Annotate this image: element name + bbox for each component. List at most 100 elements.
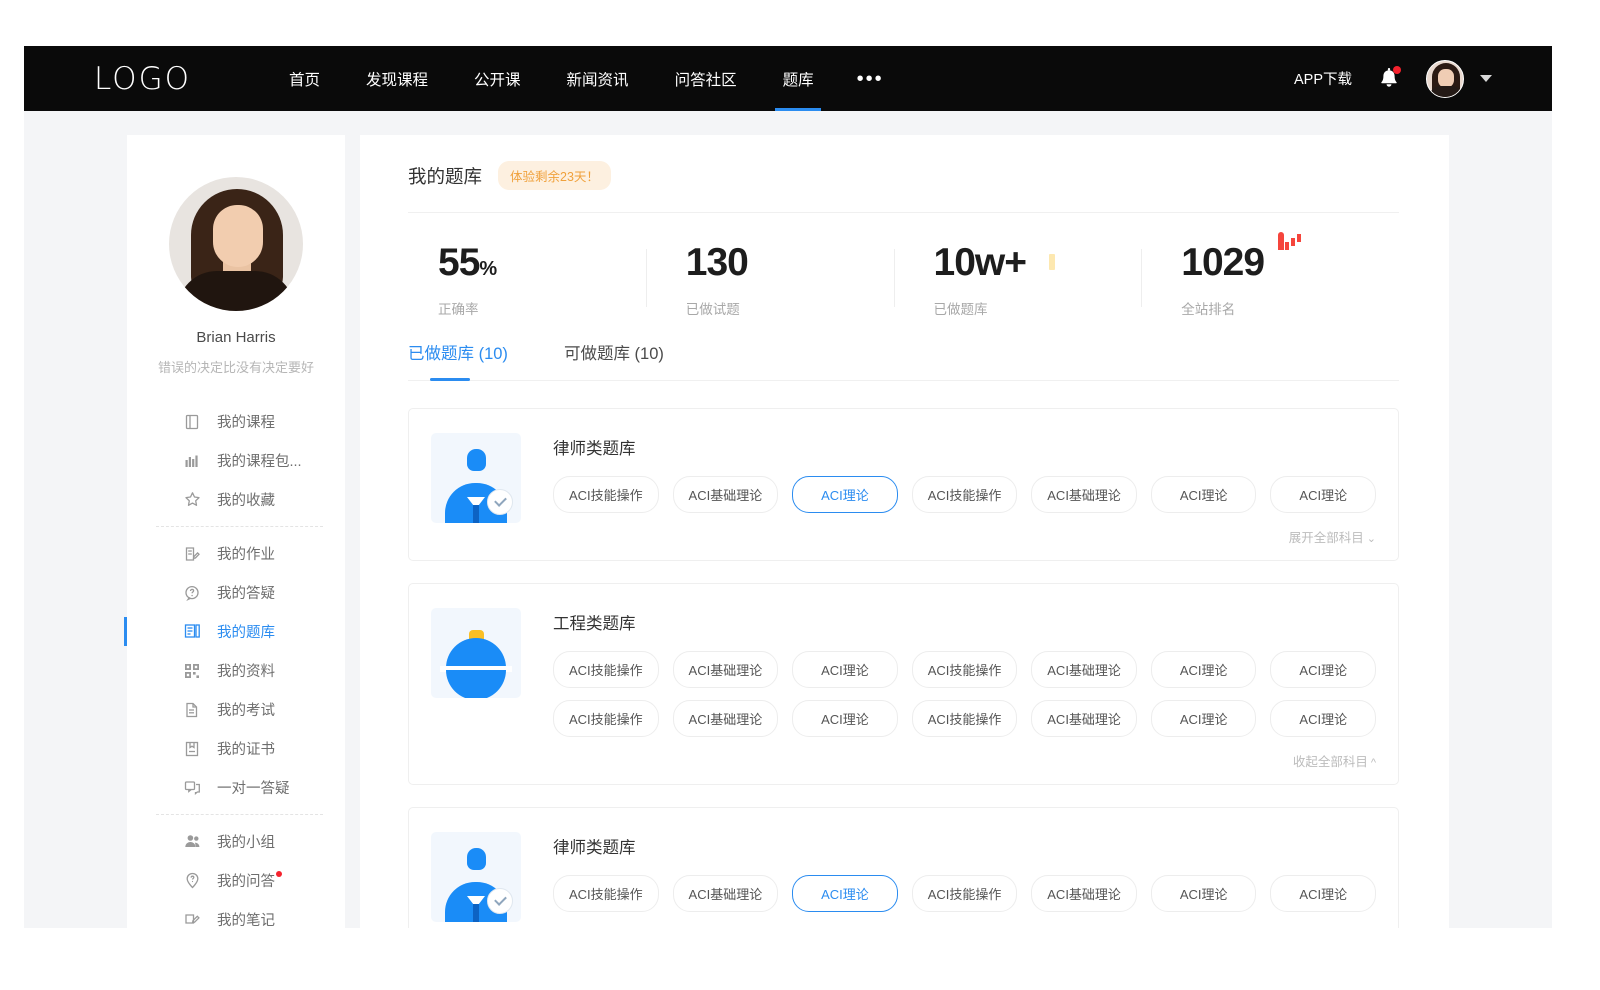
sidebar-profile: Brian Harris 错误的决定比没有决定要好	[127, 177, 345, 376]
chevron-up-icon: ^	[1371, 757, 1376, 769]
subject-tag[interactable]: ACI理论	[1151, 875, 1257, 912]
tab-0[interactable]: 已做题库 (10)	[408, 340, 508, 380]
sidebar-item-11[interactable]: 我的问答	[127, 861, 345, 900]
nav-item-1[interactable]: 发现课程	[343, 46, 451, 111]
sidebar-item-4[interactable]: 我的答疑	[127, 573, 345, 612]
stat-label: 已做题库	[934, 298, 1152, 318]
stat-label: 正确率	[438, 298, 656, 318]
subject-tag[interactable]: ACI技能操作	[553, 476, 659, 513]
subject-tag[interactable]: ACI技能操作	[912, 700, 1018, 737]
subject-tag-row: ACI技能操作 ACI基础理论 ACI理论 ACI技能操作 ACI基础理论 ACI理论 AC…	[553, 476, 1376, 513]
subject-tag[interactable]: ACI基础理论	[673, 700, 779, 737]
stat-number: 55	[438, 241, 479, 284]
card-body: 律师类题库ACI技能操作ACI基础理论ACI理论ACI技能操作ACI基础理论AC…	[553, 832, 1376, 924]
subject-tag[interactable]: ACI理论	[1270, 700, 1376, 737]
trial-status-badge: 体验剩余23天！	[498, 161, 611, 190]
sidebar-item-2[interactable]: 我的收藏	[127, 480, 345, 519]
sidebar-item-0[interactable]: 我的课程	[127, 402, 345, 441]
card-expand-label: 展开全部科目	[1289, 531, 1364, 545]
nav-item-5[interactable]: 题库	[760, 46, 837, 111]
subject-tag[interactable]: ACI理论	[792, 476, 898, 513]
subject-tag[interactable]: ACI技能操作	[912, 651, 1018, 688]
sidebar-item-5[interactable]: 我的题库	[127, 612, 345, 651]
subject-tag[interactable]: ACI技能操作	[553, 875, 659, 912]
subject-tag[interactable]: ACI理论	[1151, 651, 1257, 688]
card-expand-toggle[interactable]: 展开全部科目⌄	[553, 525, 1376, 546]
card-expand-label: 收起全部科目	[1293, 755, 1368, 769]
subject-tag[interactable]: ACI理论	[1151, 476, 1257, 513]
sidebar-item-label: 我的课程包...	[217, 450, 302, 471]
subject-tag[interactable]: ACI理论	[1270, 651, 1376, 688]
subject-tag[interactable]: ACI基础理论	[673, 476, 779, 513]
user-avatar-menu[interactable]	[1426, 60, 1492, 98]
avatar	[1426, 60, 1464, 98]
site-logo[interactable]: LOGO	[94, 61, 191, 97]
subject-tag[interactable]: ACI理论	[792, 651, 898, 688]
subject-tag[interactable]: ACI基础理论	[1031, 651, 1137, 688]
subject-tag[interactable]: ACI技能操作	[553, 651, 659, 688]
subject-tag[interactable]: ACI基础理论	[1031, 875, 1137, 912]
content-tabs: 已做题库 (10) 可做题库 (10)	[408, 340, 1399, 381]
tab-1[interactable]: 可做题库 (10)	[564, 340, 664, 380]
sidebar-item-label: 我的答疑	[217, 582, 275, 603]
sidebar-item-label: 我的作业	[217, 543, 275, 564]
card-title: 律师类题库	[553, 435, 1376, 459]
subject-tag[interactable]: ACI基础理论	[673, 651, 779, 688]
subject-tag[interactable]: ACI理论	[1270, 875, 1376, 912]
stat-value: 1029	[1181, 243, 1264, 282]
stat-number: 130	[686, 241, 748, 284]
menu-divider	[156, 526, 323, 527]
subject-tag[interactable]: ACI基础理论	[673, 875, 779, 912]
app-download-link[interactable]: APP下载	[1294, 68, 1352, 89]
sidebar-item-9[interactable]: 一对一答疑	[127, 768, 345, 807]
question-bank-card: 工程类题库ACI技能操作ACI基础理论ACI理论ACI技能操作ACI基础理论AC…	[408, 583, 1399, 785]
subject-tag-row: ACI技能操作 ACI基础理论 ACI理论 ACI技能操作 ACI基础理论 ACI理论 AC…	[553, 700, 1376, 737]
green-book-icon	[768, 250, 794, 276]
sidebar-item-6[interactable]: 我的资料	[127, 651, 345, 690]
sidebar-item-12[interactable]: 我的笔记	[127, 900, 345, 928]
menu-divider	[156, 814, 323, 815]
subject-tag[interactable]: ACI基础理论	[1031, 700, 1137, 737]
subject-tag[interactable]: ACI基础理论	[1031, 476, 1137, 513]
subject-tag[interactable]: ACI理论	[1270, 476, 1376, 513]
sidebar-item-3[interactable]: 我的作业	[127, 534, 345, 573]
profile-user-name: Brian Harris	[127, 329, 345, 346]
chevron-down-icon	[1480, 75, 1492, 82]
nav-item-2[interactable]: 公开课	[451, 46, 544, 111]
sidebar-item-8[interactable]: 我的证书	[127, 729, 345, 768]
subject-tag[interactable]: ACI技能操作	[912, 875, 1018, 912]
card-expand-toggle[interactable]: 收起全部科目^	[553, 749, 1376, 770]
subject-tag[interactable]: ACI理论	[792, 875, 898, 912]
top-navigation-bar: LOGO 首页发现课程公开课新闻资讯问答社区题库 ••• APP下载	[24, 46, 1552, 111]
subject-tag[interactable]: ACI理论	[1151, 700, 1257, 737]
stat-unit: %	[479, 258, 496, 280]
sidebar-item-10[interactable]: 我的小组	[127, 822, 345, 861]
homework-icon	[183, 545, 201, 563]
subject-tag[interactable]: ACI技能操作	[553, 700, 659, 737]
page-body: Brian Harris 错误的决定比没有决定要好 我的课程我的课程包...我的…	[24, 111, 1552, 928]
sidebar-item-label: 我的证书	[217, 738, 275, 759]
sidebar-item-7[interactable]: 我的考试	[127, 690, 345, 729]
subject-tag[interactable]: ACI技能操作	[912, 476, 1018, 513]
main-content: 我的题库 体验剩余23天！ 55%正确率130已做试题10w+已做题库1029全…	[360, 135, 1449, 928]
nav-item-4[interactable]: 问答社区	[652, 46, 760, 111]
sidebar-menu: 我的课程我的课程包... 我的收藏我的作业我的答疑我的题库我的资料我的考试我的证书…	[127, 402, 345, 928]
card-body: 工程类题库ACI技能操作ACI基础理论ACI理论ACI技能操作ACI基础理论AC…	[553, 608, 1376, 770]
qr-icon	[183, 662, 201, 680]
chevron-down-icon: ⌄	[1367, 533, 1376, 545]
book-icon	[183, 413, 201, 431]
subject-tag[interactable]: ACI理论	[792, 700, 898, 737]
sidebar-item-1[interactable]: 我的课程包...	[127, 441, 345, 480]
main-nav-list: 首页发现课程公开课新闻资讯问答社区题库	[266, 46, 837, 111]
card-body: 律师类题库ACI技能操作ACI基础理论ACI理论ACI技能操作ACI基础理论AC…	[553, 433, 1376, 546]
nav-more-icon[interactable]: •••	[837, 74, 904, 84]
profile-avatar[interactable]	[169, 177, 303, 311]
sidebar-item-label: 我的考试	[217, 699, 275, 720]
stat-number: 1029	[1181, 241, 1264, 284]
sidebar-item-label: 我的收藏	[217, 489, 275, 510]
stat-1: 130已做试题	[656, 243, 904, 318]
page-title: 我的题库	[408, 163, 482, 189]
nav-item-3[interactable]: 新闻资讯	[544, 46, 652, 111]
nav-item-0[interactable]: 首页	[266, 46, 343, 111]
notification-bell-button[interactable]	[1378, 67, 1400, 91]
